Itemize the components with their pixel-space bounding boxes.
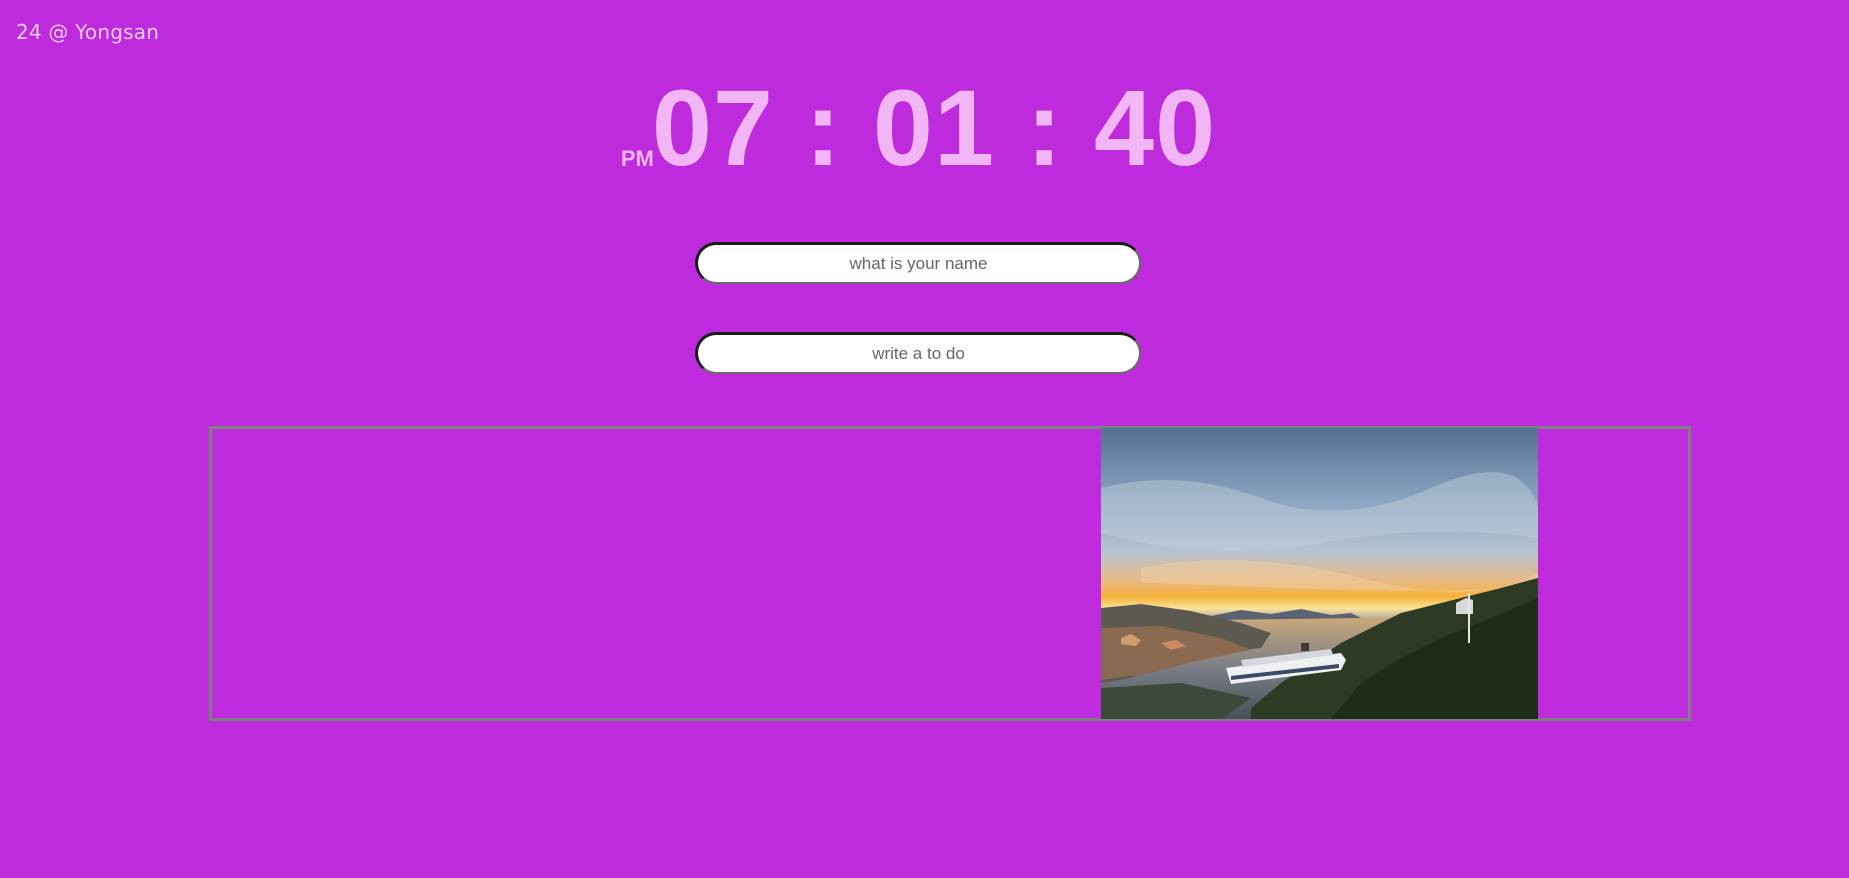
clock-ampm: PM [620, 146, 654, 171]
clock-time: 07 : 01 : 40 [651, 67, 1217, 188]
weather-location-text: 24 @ Yongsan [16, 20, 160, 44]
sunset-harbor-photo [1101, 428, 1538, 719]
name-input[interactable] [695, 242, 1141, 284]
clock: PM 07 : 01 : 40 [0, 68, 1849, 188]
todo-input[interactable] [695, 332, 1141, 374]
